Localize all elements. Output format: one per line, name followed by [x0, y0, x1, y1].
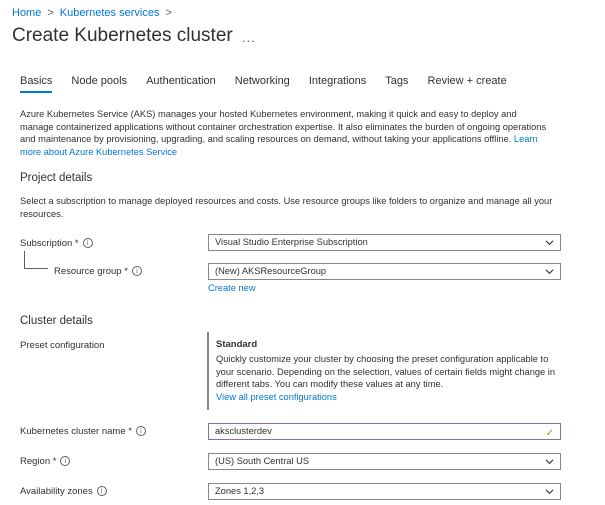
- view-presets-link[interactable]: View all preset configurations: [216, 392, 563, 402]
- zones-value: Zones 1,2,3: [215, 486, 265, 496]
- checkmark-icon: ✓: [545, 428, 554, 439]
- region-dropdown[interactable]: (US) South Central US: [208, 453, 561, 470]
- chevron-down-icon: [545, 269, 554, 275]
- tab-review-create[interactable]: Review + create: [428, 75, 507, 93]
- breadcrumb-home[interactable]: Home: [12, 7, 41, 19]
- tab-networking[interactable]: Networking: [235, 75, 290, 93]
- cluster-name-value: aksclusterdev: [215, 426, 272, 436]
- info-icon[interactable]: i: [96, 486, 107, 497]
- tab-tags[interactable]: Tags: [385, 75, 408, 93]
- tab-authentication[interactable]: Authentication: [146, 75, 216, 93]
- region-value: (US) South Central US: [215, 456, 310, 466]
- tab-basics[interactable]: Basics: [20, 75, 53, 93]
- tree-connector-horizontal: [24, 268, 48, 269]
- info-icon[interactable]: i: [131, 266, 142, 277]
- page-title: Create Kubernetes cluster: [12, 25, 233, 46]
- info-icon[interactable]: i: [82, 238, 93, 249]
- intro-description: Azure Kubernetes Service (AKS) manages y…: [20, 108, 550, 158]
- subscription-dropdown[interactable]: Visual Studio Enterprise Subscription: [208, 234, 561, 251]
- preset-description: Quickly customize your cluster by choosi…: [216, 354, 556, 389]
- resource-group-value: (New) AKSResourceGroup: [215, 266, 327, 276]
- project-details-heading: Project details: [20, 172, 93, 184]
- cluster-name-input[interactable]: aksclusterdev ✓: [208, 423, 561, 440]
- tab-integrations[interactable]: Integrations: [309, 75, 366, 93]
- resource-group-dropdown[interactable]: (New) AKSResourceGroup: [208, 263, 561, 280]
- breadcrumb: Home > Kubernetes services >: [12, 7, 178, 19]
- chevron-down-icon: [545, 489, 554, 495]
- chevron-right-icon: >: [165, 7, 172, 19]
- tab-node-pools[interactable]: Node pools: [71, 75, 127, 93]
- chevron-right-icon: >: [47, 7, 54, 19]
- info-icon[interactable]: i: [60, 456, 71, 467]
- more-options-button[interactable]: ...: [242, 30, 256, 45]
- region-label-row: Region * i: [20, 456, 71, 467]
- zones-label: Availability zones: [20, 486, 93, 497]
- tree-connector-vertical: [24, 251, 25, 269]
- zones-label-row: Availability zones i: [20, 486, 107, 497]
- subscription-label: Subscription *: [20, 238, 79, 249]
- intro-text: Azure Kubernetes Service (AKS) manages y…: [20, 109, 547, 144]
- tab-bar: Basics Node pools Authentication Network…: [20, 75, 526, 93]
- resource-group-label: Resource group *: [54, 266, 128, 277]
- preset-title: Standard: [216, 339, 258, 350]
- chevron-down-icon: [545, 240, 554, 246]
- cluster-name-label-row: Kubernetes cluster name * i: [20, 426, 146, 437]
- cluster-details-heading: Cluster details: [20, 315, 93, 327]
- project-description: Select a subscription to manage deployed…: [20, 196, 553, 219]
- preset-configuration-label: Preset configuration: [20, 340, 105, 351]
- subscription-value: Visual Studio Enterprise Subscription: [215, 237, 368, 247]
- cluster-name-label: Kubernetes cluster name *: [20, 426, 132, 437]
- preset-configuration-panel: Standard Quickly customize your cluster …: [207, 332, 563, 410]
- info-icon[interactable]: i: [135, 426, 146, 437]
- resource-group-label-row: Resource group * i: [54, 266, 142, 277]
- chevron-down-icon: [545, 459, 554, 465]
- region-label: Region *: [20, 456, 57, 467]
- subscription-label-row: Subscription * i: [20, 238, 93, 249]
- create-new-link[interactable]: Create new: [208, 283, 256, 293]
- zones-dropdown[interactable]: Zones 1,2,3: [208, 483, 561, 500]
- breadcrumb-kubernetes-services[interactable]: Kubernetes services: [60, 7, 160, 19]
